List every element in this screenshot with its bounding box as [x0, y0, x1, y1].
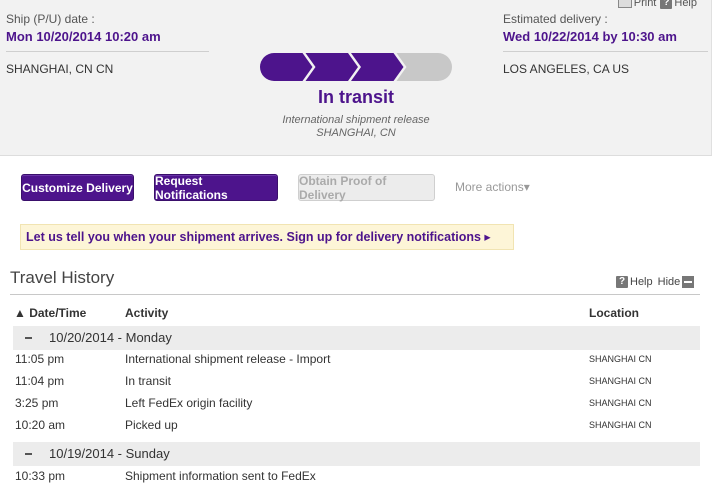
event-activity: In transit	[125, 374, 172, 388]
help-icon: ?	[660, 0, 673, 9]
delivery-divider	[503, 51, 708, 52]
utility-links: Print ? Help	[617, 0, 697, 9]
event-location: SHANGHAI CN	[589, 420, 652, 430]
event-activity: Shipment information sent to FedEx	[125, 469, 316, 483]
event-time: 10:33 pm	[15, 469, 66, 483]
event-activity: Picked up	[125, 418, 178, 432]
history-row: 10:20 am Picked up SHANGHAI CN	[0, 414, 712, 436]
customize-delivery-button[interactable]: Customize Delivery	[21, 174, 134, 201]
shipment-status: In transit	[317, 87, 394, 107]
group-date: 10/20/2014 - Monday	[49, 330, 172, 345]
printer-icon	[617, 0, 632, 8]
help-label: Help	[674, 0, 697, 9]
history-row: 11:05 pm International shipment release …	[0, 348, 712, 370]
est-delivery-value: Wed 10/22/2014 by 10:30 am	[503, 29, 677, 44]
shipment-summary-panel: Print ? Help Ship (P/U) date : Mon 10/20…	[0, 0, 712, 156]
collapse-icon	[682, 276, 695, 288]
progress-step	[305, 53, 358, 81]
progress-step	[351, 53, 404, 81]
history-row: 11:04 pm In transit SHANGHAI CN	[0, 370, 712, 392]
event-time: 10:20 am	[15, 418, 66, 432]
progress-step	[260, 53, 313, 81]
travel-history-tools: ? Help Hide	[616, 276, 699, 288]
column-header-activity: Activity	[125, 306, 169, 320]
column-header-location: Location	[589, 306, 639, 320]
history-row: 3:25 pm Left FedEx origin facility SHANG…	[0, 392, 712, 414]
ship-info: Ship (P/U) date : Mon 10/20/2014 10:20 a…	[6, 12, 209, 76]
page-gutter	[712, 0, 720, 490]
shipment-progress-bar	[260, 53, 452, 81]
event-location: SHANGHAI CN	[589, 354, 652, 364]
event-time: 11:05 pm	[15, 352, 65, 366]
destination-city: LOS ANGELES, CA US	[503, 62, 630, 76]
more-actions-dropdown[interactable]: More actions▾	[455, 180, 530, 194]
date-group-row: 10/20/2014 - Monday	[13, 326, 700, 350]
event-time: 3:25 pm	[15, 396, 59, 410]
event-time: 11:04 pm	[15, 374, 65, 388]
history-row: 10:33 pm Shipment information sent to Fe…	[0, 465, 712, 487]
travel-history-help[interactable]: ? Help	[616, 276, 653, 288]
notification-signup-banner[interactable]: Let us tell you when your shipment arriv…	[20, 224, 514, 250]
travel-history-hide[interactable]: Hide	[658, 276, 695, 288]
progress-step	[396, 53, 452, 81]
event-activity: International shipment release - Import	[125, 352, 331, 366]
date-group-row: 10/19/2014 - Sunday	[13, 442, 700, 466]
request-notifications-button[interactable]: Request Notifications	[154, 174, 278, 202]
travel-history-title: Travel History	[10, 268, 115, 287]
ship-date-value: Mon 10/20/2014 10:20 am	[6, 29, 161, 44]
help-icon: ?	[616, 276, 628, 288]
proof-of-delivery-button: Obtain Proof of Delivery	[298, 174, 435, 202]
print-label: Print	[633, 0, 657, 9]
collapse-group-icon[interactable]	[25, 453, 32, 455]
event-activity: Left FedEx origin facility	[125, 396, 253, 410]
hide-label: Hide	[657, 276, 681, 288]
group-date: 10/19/2014 - Sunday	[49, 446, 170, 461]
origin-city: SHANGHAI, CN CN	[6, 62, 114, 76]
event-location: SHANGHAI CN	[589, 376, 652, 386]
column-header-datetime[interactable]: ▲ Date/Time	[14, 306, 86, 320]
travel-history-divider	[10, 294, 700, 295]
ship-date-label: Ship (P/U) date :	[6, 12, 95, 26]
ship-divider	[6, 51, 209, 52]
status-location: SHANGHAI, CN	[316, 127, 396, 139]
est-delivery-label: Estimated delivery :	[503, 12, 608, 26]
help-label: Help	[630, 276, 653, 288]
event-location: SHANGHAI CN	[589, 398, 652, 408]
print-link[interactable]: Print	[617, 0, 657, 9]
status-detail: International shipment release	[282, 114, 430, 126]
help-link[interactable]: ? Help	[660, 0, 697, 9]
delivery-info: Estimated delivery : Wed 10/22/2014 by 1…	[503, 12, 708, 76]
collapse-group-icon[interactable]	[25, 337, 32, 339]
